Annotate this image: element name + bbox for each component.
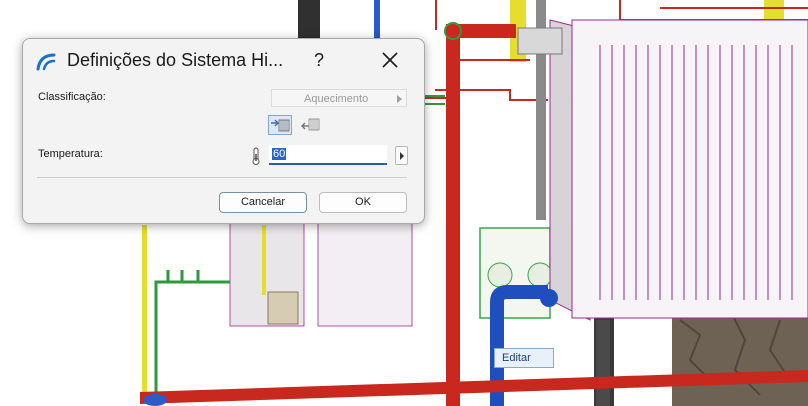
classification-value: Aquecimento [304,93,369,105]
boiler-port-right [527,262,553,288]
chevron-right-icon [397,95,402,103]
tank-box [267,291,299,325]
heating-mode-icon [271,119,290,132]
dialog-separator [37,177,407,178]
cooling-mode-button[interactable] [299,115,323,135]
pipe-elbow [444,22,462,40]
supply-pipe-vertical [446,30,460,406]
heating-mode-button[interactable] [268,115,292,135]
temperature-value: 60 [272,148,287,160]
help-button[interactable]: ? [301,43,337,77]
system-settings-dialog: Definições do Sistema Hi... ? Classifica… [22,38,425,224]
dialog-title: Definições do Sistema Hi... [67,50,284,70]
dark-column [298,0,320,38]
close-icon[interactable] [370,43,410,77]
dialog-titlebar[interactable]: Definições do Sistema Hi... ? [23,39,424,81]
classification-dropdown[interactable]: Aquecimento [271,89,407,107]
green-manifold [154,270,230,395]
return-pipe-coupler [540,289,558,307]
classification-label: Classificação: [38,91,106,103]
ok-button[interactable]: OK [319,192,407,213]
thermometer-icon [252,147,260,165]
app-logo-icon [36,53,56,71]
cancel-button[interactable]: Cancelar [219,192,307,213]
blue-pipe-vertical [374,0,380,38]
temperature-label: Temperatura: [38,148,103,160]
temperature-input[interactable]: 60 [269,145,387,165]
boiler-port-left [487,262,513,288]
floor-pipe-joint [143,394,167,406]
grey-pipe-lower [596,320,610,406]
radiator [571,19,808,319]
cooling-mode-icon [301,118,320,131]
gas-pipe-mid [262,225,266,295]
edit-tooltip[interactable]: Editar [494,348,554,368]
temperature-stepper-button[interactable] [395,146,408,165]
radiator-valve [517,27,563,55]
expansion-vessel [317,219,413,327]
gas-pipe-left [142,225,147,395]
